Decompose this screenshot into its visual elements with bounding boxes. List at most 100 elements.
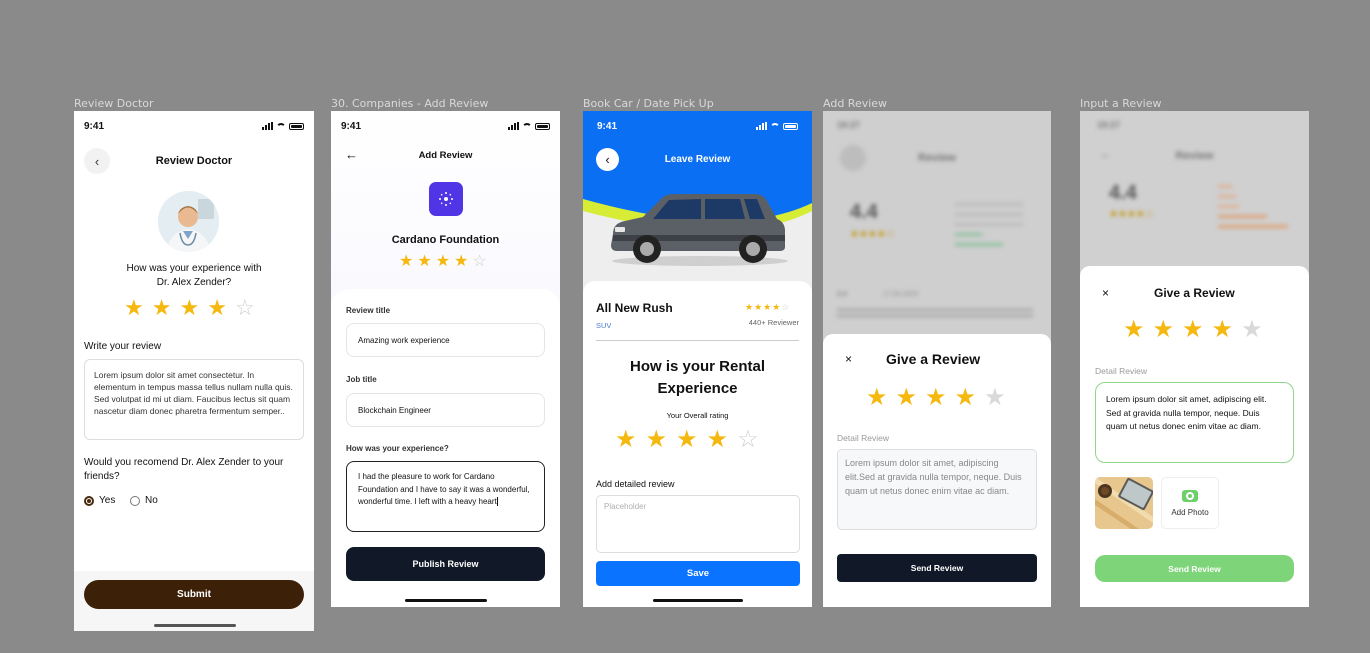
star-icon[interactable]: ★ — [866, 386, 888, 410]
star-icon[interactable]: ★ — [925, 386, 947, 410]
close-icon[interactable]: × — [1102, 286, 1109, 300]
star-icon: ★ — [763, 302, 772, 312]
rating-stars: ★ ★ ★ ★ ☆ — [124, 297, 255, 319]
battery-icon — [535, 122, 550, 130]
camera-icon — [1182, 489, 1198, 502]
cardano-icon — [439, 192, 453, 206]
star-empty-icon[interactable]: ★ — [984, 386, 1006, 410]
status-bar: 9:41 — [341, 120, 550, 132]
star-icon[interactable]: ★ — [207, 297, 227, 319]
wifi-icon — [770, 122, 780, 130]
add-review-screen: 19:27 Review 4.4 ★★★★☆ 4.4 17.04.2023 × … — [823, 111, 1051, 607]
send-label: Send Review — [910, 563, 964, 573]
radio-yes-label: Yes — [99, 495, 116, 506]
radio-selected-icon — [84, 495, 94, 506]
rating-stars: ★ ★ ★ ★ ★ — [1123, 318, 1263, 342]
question-line-1: How was your experience with — [126, 263, 262, 274]
detail-textarea[interactable]: Placeholder — [596, 495, 800, 553]
heading-line-1: How is your Rental — [629, 358, 766, 375]
star-outline-icon[interactable]: ☆ — [737, 428, 759, 452]
detail-label: Detail Review — [837, 433, 889, 443]
send-review-button[interactable]: Send Review — [1095, 555, 1294, 582]
heading-line-2: Experience — [657, 380, 738, 397]
frame-label: Add Review — [823, 97, 888, 110]
car-name: All New Rush — [596, 301, 673, 315]
input-review-screen: 19:27 ← Review 4.4 ★★★★☆ × Give a Review… — [1080, 111, 1309, 607]
radio-no-label: No — [145, 495, 158, 506]
experience-textarea[interactable]: I had the pleasure to work for Cardano F… — [346, 461, 545, 532]
star-icon[interactable]: ★ — [399, 254, 413, 270]
close-icon[interactable]: × — [845, 352, 852, 366]
radio-yes[interactable]: Yes — [84, 495, 115, 506]
home-indicator — [653, 599, 743, 602]
star-icon[interactable]: ★ — [615, 428, 637, 452]
detail-label: Detail Review — [1095, 366, 1147, 376]
star-outline-icon: ☆ — [781, 302, 790, 312]
detail-label: Add detailed review — [596, 479, 675, 489]
star-empty-icon[interactable]: ★ — [1241, 318, 1263, 342]
overall-label: Your Overall rating — [666, 411, 729, 420]
frame-label: Input a Review — [1080, 97, 1162, 110]
divider — [596, 340, 799, 341]
star-icon[interactable]: ★ — [676, 428, 698, 452]
send-label: Send Review — [1168, 563, 1221, 574]
bg-title: Review — [918, 152, 956, 164]
radio-empty-icon — [130, 495, 140, 506]
send-review-button[interactable]: Send Review — [837, 554, 1037, 582]
signal-icon — [262, 122, 273, 130]
star-icon[interactable]: ★ — [417, 254, 431, 270]
submit-button[interactable]: Submit — [84, 580, 304, 609]
star-icon[interactable]: ★ — [1123, 318, 1145, 342]
photo-thumbnail[interactable] — [1095, 477, 1153, 529]
rating-stars: ★ ★ ★ ★ ☆ — [399, 254, 487, 270]
star-icon[interactable]: ★ — [124, 297, 144, 319]
bg-stars: ★★★★☆ — [1109, 209, 1154, 220]
star-outline-icon[interactable]: ☆ — [235, 297, 255, 319]
bg-score: 4.4 — [850, 201, 878, 223]
star-icon[interactable]: ★ — [454, 254, 468, 270]
job-title-input[interactable]: Blockchain Engineer — [346, 393, 545, 427]
save-button[interactable]: Save — [596, 561, 800, 586]
detail-textarea[interactable]: Lorem ipsum dolor sit amet, adipiscing e… — [1095, 382, 1294, 463]
review-textarea[interactable]: Lorem ipsum dolor sit amet consectetur. … — [84, 359, 304, 440]
status-time: 19:27 — [837, 120, 861, 130]
company-name: Cardano Foundation — [391, 234, 500, 246]
rating-stars: ★ ★ ★ ★ ☆ — [615, 428, 759, 452]
wifi-icon — [276, 122, 286, 130]
frame-label: Book Car / Date Pick Up — [583, 97, 714, 110]
review-title-label: Review title — [346, 306, 391, 315]
star-icon[interactable]: ★ — [179, 297, 199, 319]
add-photo-label: Add Photo — [1171, 507, 1209, 517]
star-icon[interactable]: ★ — [707, 428, 729, 452]
star-icon[interactable]: ★ — [1182, 318, 1204, 342]
reviewer-count: 440+ Reviewer — [748, 318, 799, 327]
star-icon[interactable]: ★ — [955, 386, 977, 410]
star-outline-icon[interactable]: ☆ — [472, 254, 486, 270]
page-title: Add Review — [418, 150, 473, 161]
radio-no[interactable]: No — [130, 495, 158, 506]
star-icon[interactable]: ★ — [896, 386, 918, 410]
review-title-input[interactable]: Amazing work experience — [346, 323, 545, 357]
signal-icon — [756, 122, 767, 130]
frame-label: 30. Companies - Add Review — [331, 97, 489, 110]
detail-text: Lorem ipsum dolor sit amet, adipiscing e… — [845, 458, 1022, 496]
star-icon[interactable]: ★ — [436, 254, 450, 270]
star-icon: ★ — [754, 302, 763, 312]
car-type: SUV — [596, 321, 612, 330]
detail-placeholder: Placeholder — [604, 502, 647, 511]
battery-icon — [783, 122, 798, 130]
star-icon[interactable]: ★ — [1212, 318, 1234, 342]
add-photo-button[interactable]: Add Photo — [1161, 477, 1219, 529]
question-line-2: Dr. Alex Zender? — [156, 277, 232, 288]
sheet-title: Give a Review — [1154, 286, 1235, 300]
star-icon[interactable]: ★ — [646, 428, 668, 452]
sheet-title: Give a Review — [886, 351, 981, 367]
company-logo — [429, 182, 463, 216]
detail-textarea[interactable]: Lorem ipsum dolor sit amet, adipiscing e… — [837, 449, 1037, 530]
star-icon[interactable]: ★ — [152, 297, 172, 319]
star-icon[interactable]: ★ — [1153, 318, 1175, 342]
publish-review-button[interactable]: Publish Review — [346, 547, 545, 581]
write-review-label: Write your review — [84, 341, 162, 352]
text-cursor — [496, 497, 498, 507]
wifi-icon — [522, 122, 532, 130]
